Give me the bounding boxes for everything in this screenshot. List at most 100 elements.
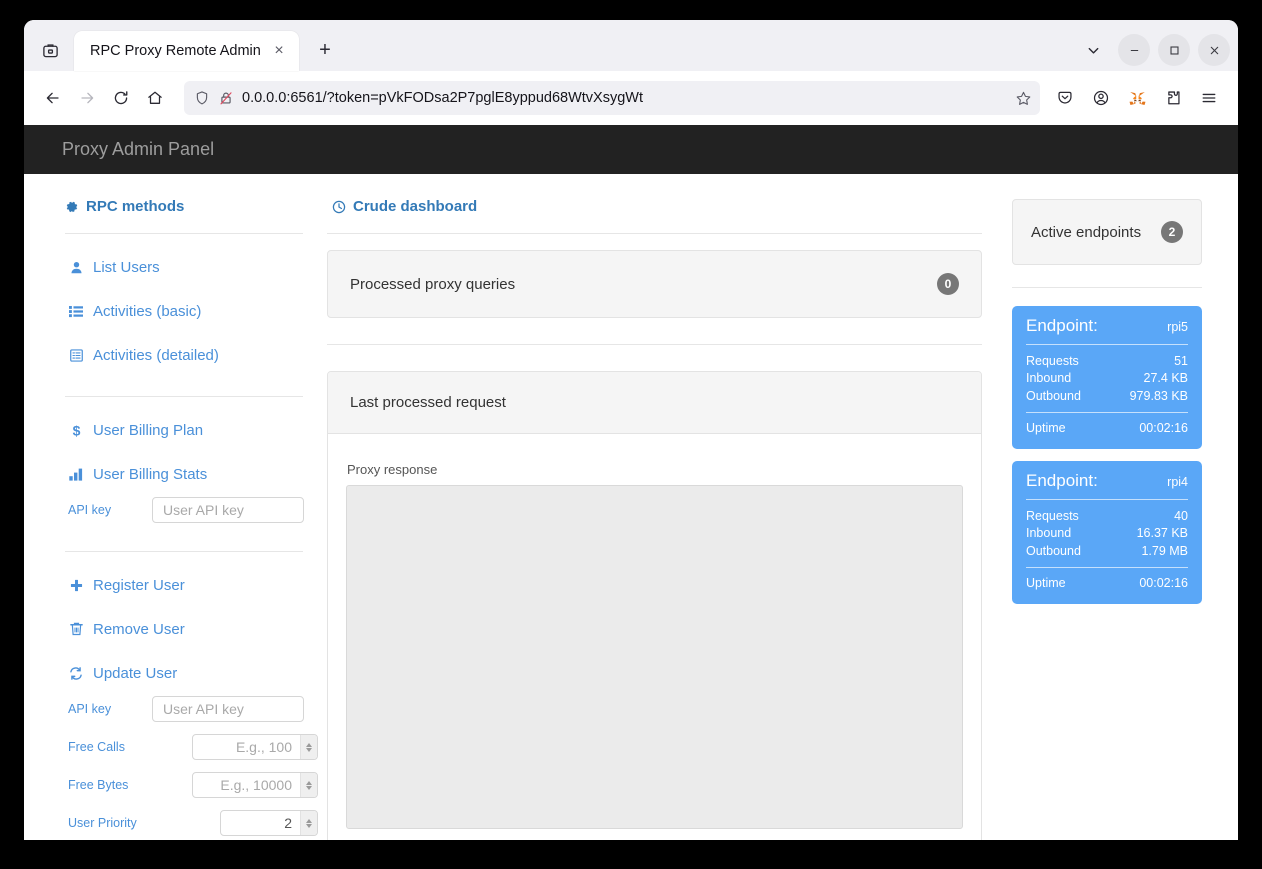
endpoint-stat-label: Inbound [1026, 526, 1072, 540]
sidebar-item-user-billing-stats[interactable]: User Billing Stats [60, 463, 327, 485]
endpoint-divider-bottom [1026, 566, 1188, 568]
endpoint-stat-label: Outbound [1026, 388, 1081, 403]
free-bytes-spinner[interactable] [300, 773, 317, 797]
sidebar-item-register-user[interactable]: Register User [60, 574, 327, 596]
maximize-button[interactable] [1158, 34, 1190, 66]
browser-tab[interactable]: RPC Proxy Remote Admin × [74, 31, 299, 71]
star-icon[interactable] [1015, 90, 1032, 107]
window-close-button[interactable] [1198, 34, 1230, 66]
app-body: RPC methods List Users Activities (basic… [24, 174, 1238, 840]
svg-text:$: $ [72, 423, 80, 438]
dollar-icon: $ [68, 423, 84, 438]
extensions-puzzle-icon[interactable] [1156, 81, 1190, 115]
sidebar-item-label: Activities (basic) [93, 302, 202, 320]
processed-queries-label: Processed proxy queries [350, 275, 516, 293]
sidebar-item-remove-user[interactable]: Remove User [60, 618, 327, 640]
user-icon [68, 261, 84, 274]
sidebar-divider-3 [65, 551, 303, 552]
endpoint-stat-row: Requests 51 [1026, 352, 1188, 370]
last-request-body: Proxy response [328, 434, 981, 840]
user-priority-input[interactable]: 2 [221, 815, 300, 831]
sidebar-item-label: Register User [93, 576, 185, 594]
endpoint-card[interactable]: Endpoint: rpi4 Requests 40 Inbound 16.37… [1012, 461, 1202, 604]
list-alt-icon [68, 348, 84, 362]
chevron-down-icon[interactable] [1076, 34, 1110, 66]
new-tab-button[interactable]: + [309, 34, 341, 66]
tab-strip: RPC Proxy Remote Admin × + [24, 20, 1238, 71]
free-calls-stepper[interactable]: E.g., 100 [192, 734, 318, 760]
endpoint-divider-top [1026, 344, 1188, 345]
tab-title: RPC Proxy Remote Admin [90, 43, 261, 59]
endpoint-uptime-row: Uptime 00:02:16 [1026, 420, 1188, 438]
free-calls-label: Free Calls [68, 740, 125, 754]
sidebar-item-update-user[interactable]: Update User [60, 662, 327, 684]
last-request-panel: Last processed request Proxy response [327, 371, 982, 840]
rail-divider [1012, 287, 1202, 288]
pocket-save-icon[interactable] [1048, 81, 1082, 115]
user-priority-spinner[interactable] [300, 811, 317, 835]
proxy-response-textarea[interactable] [346, 485, 963, 829]
minimize-button[interactable] [1118, 34, 1150, 66]
url-text[interactable]: 0.0.0.0:6561/?token=pVkFODsa2P7pglE8yppu… [242, 90, 1007, 106]
endpoint-stat-value: 1.79 MB [1141, 543, 1188, 558]
free-bytes-stepper[interactable]: E.g., 10000 [192, 772, 318, 798]
billing-stats-api-key-input[interactable]: User API key [152, 497, 304, 523]
sidebar-divider-1 [65, 233, 303, 234]
sidebar: RPC methods List Users Activities (basic… [24, 174, 327, 840]
endpoint-stat-value: 27.4 KB [1143, 371, 1188, 385]
endpoint-title-label: Endpoint: [1026, 316, 1098, 335]
url-bar[interactable]: 0.0.0.0:6561/?token=pVkFODsa2P7pglE8yppu… [184, 81, 1040, 115]
trash-icon [68, 622, 84, 636]
endpoint-stat-row: Outbound 1.79 MB [1026, 542, 1188, 560]
refresh-icon [68, 666, 84, 680]
sidebar-item-user-billing-plan[interactable]: $ User Billing Plan [60, 419, 327, 441]
free-calls-spinner[interactable] [300, 735, 317, 759]
endpoint-card[interactable]: Endpoint: rpi5 Requests 51 Inbound 27.4 … [1012, 306, 1202, 449]
endpoint-title-row: Endpoint: rpi5 [1026, 316, 1188, 344]
endpoint-uptime-value: 00:02:16 [1139, 421, 1188, 435]
last-request-title: Last processed request [328, 372, 981, 434]
tab-list-icon[interactable] [34, 34, 66, 66]
page-content: Proxy Admin Panel RPC methods List Users [24, 125, 1238, 840]
user-priority-label: User Priority [68, 816, 137, 830]
shield-icon[interactable] [194, 90, 210, 106]
close-icon[interactable]: × [267, 39, 291, 63]
api-key-label: API key [68, 503, 112, 517]
account-icon[interactable] [1084, 81, 1118, 115]
main-divider-1 [327, 233, 982, 234]
free-bytes-input[interactable]: E.g., 10000 [193, 777, 300, 793]
user-priority-row: User Priority 2 [60, 810, 327, 836]
free-bytes-label: Free Bytes [68, 778, 129, 792]
sidebar-item-activities-detailed[interactable]: Activities (detailed) [60, 344, 327, 366]
endpoint-stat-label: Inbound [1026, 371, 1072, 385]
metamask-extension-icon[interactable] [1120, 81, 1154, 115]
endpoint-stat-label: Outbound [1026, 543, 1081, 558]
browser-toolbar-icons [1048, 81, 1226, 115]
app-header: Proxy Admin Panel [24, 125, 1238, 174]
sidebar-heading: RPC methods [65, 198, 327, 215]
sidebar-item-label: Activities (detailed) [93, 346, 219, 364]
update-api-key-input[interactable]: User API key [152, 696, 304, 722]
app-menu-icon[interactable] [1192, 81, 1226, 115]
endpoint-stat-row: Inbound 27.4 KB [1026, 370, 1188, 388]
bar-chart-icon [68, 468, 84, 481]
endpoint-title-label: Endpoint: [1026, 471, 1098, 490]
forward-icon[interactable] [70, 81, 104, 115]
sidebar-item-activities-basic[interactable]: Activities (basic) [60, 300, 327, 322]
right-rail: Active endpoints 2 Endpoint: rpi5 Reques… [982, 174, 1202, 840]
free-calls-input[interactable]: E.g., 100 [193, 739, 300, 755]
browser-window: RPC Proxy Remote Admin × + 0.0.0.0:6561/… [24, 20, 1238, 840]
dashboard-heading-label: Crude dashboard [353, 198, 478, 215]
sidebar-item-label: Update User [93, 664, 178, 682]
list-ul-icon [68, 305, 84, 318]
processed-queries-badge: 0 [937, 273, 959, 295]
main-column: Crude dashboard Processed proxy queries … [327, 174, 982, 840]
lock-slash-icon[interactable] [218, 90, 234, 106]
back-icon[interactable] [36, 81, 70, 115]
endpoint-stat-row: Outbound 979.83 KB [1026, 387, 1188, 405]
main-divider-2 [327, 344, 982, 345]
home-icon[interactable] [138, 81, 172, 115]
reload-icon[interactable] [104, 81, 138, 115]
sidebar-item-list-users[interactable]: List Users [60, 256, 327, 278]
user-priority-stepper[interactable]: 2 [220, 810, 318, 836]
